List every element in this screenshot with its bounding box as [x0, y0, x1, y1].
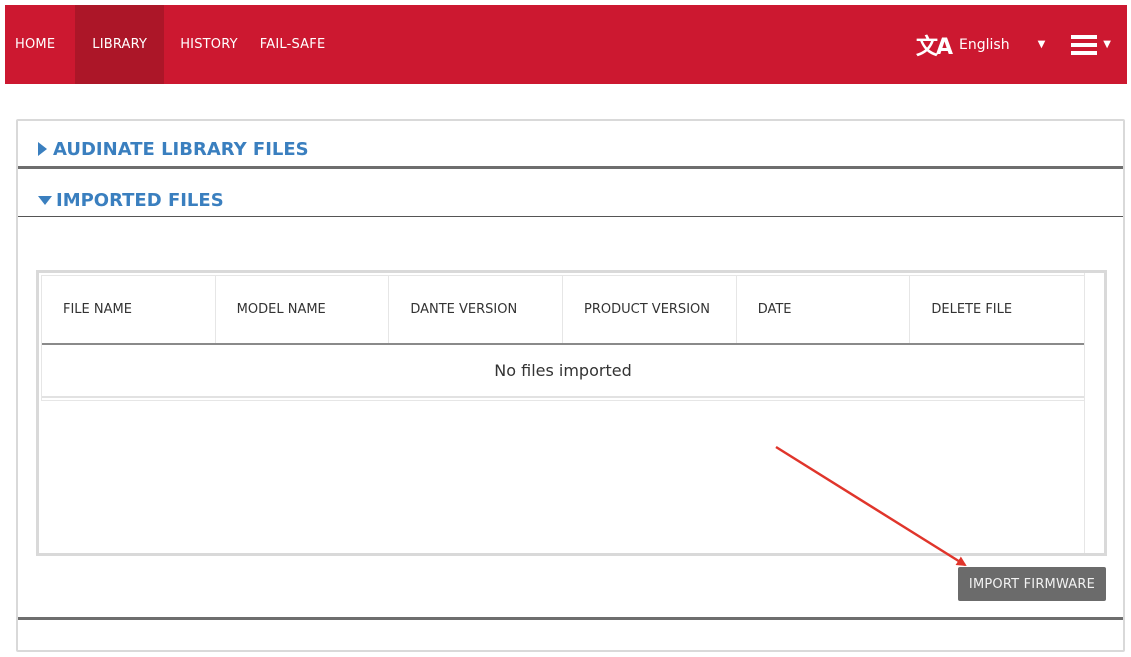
- nav-library[interactable]: LIBRARY: [75, 5, 165, 84]
- column-date[interactable]: DATE: [737, 276, 911, 343]
- audinate-library-files-header[interactable]: AUDINATE LIBRARY FILES: [18, 133, 1123, 165]
- column-file-name[interactable]: FILE NAME: [42, 276, 216, 343]
- audinate-library-files-title: AUDINATE LIBRARY FILES: [53, 138, 309, 160]
- nav-history[interactable]: HISTORY: [169, 5, 249, 84]
- imported-files-table: FILE NAME MODEL NAME DANTE VERSION PRODU…: [41, 275, 1085, 401]
- imported-files-title: IMPORTED FILES: [56, 189, 224, 211]
- table-scrollbar[interactable]: [1084, 273, 1104, 553]
- column-delete-file[interactable]: DELETE FILE: [910, 276, 1084, 343]
- table-header: FILE NAME MODEL NAME DANTE VERSION PRODU…: [42, 276, 1084, 345]
- column-model-name[interactable]: MODEL NAME: [216, 276, 390, 343]
- chevron-down-icon[interactable]: ▼: [1038, 39, 1046, 50]
- imported-files-table-container: FILE NAME MODEL NAME DANTE VERSION PRODU…: [36, 270, 1107, 556]
- hamburger-menu-icon[interactable]: [1071, 34, 1098, 55]
- expand-arrow-icon: [38, 142, 47, 156]
- section-divider: [18, 617, 1123, 620]
- translate-icon[interactable]: 文A: [916, 29, 953, 61]
- top-navbar: HOME LIBRARY HISTORY FAIL-SAFE 文A Englis…: [5, 5, 1127, 84]
- menu-caret-icon[interactable]: ▼: [1103, 39, 1111, 50]
- section-divider: [18, 216, 1123, 217]
- language-selector[interactable]: English: [959, 37, 1010, 53]
- nav-fail-safe[interactable]: FAIL-SAFE: [249, 5, 337, 84]
- import-firmware-button[interactable]: IMPORT FIRMWARE: [958, 567, 1106, 601]
- collapse-arrow-icon: [38, 195, 52, 205]
- imported-files-header[interactable]: IMPORTED FILES: [18, 184, 1123, 216]
- library-panel: AUDINATE LIBRARY FILES IMPORTED FILES FI…: [16, 119, 1125, 652]
- column-dante-version[interactable]: DANTE VERSION: [389, 276, 564, 343]
- nav-home[interactable]: HOME: [5, 5, 66, 84]
- empty-table-message: No files imported: [42, 345, 1084, 398]
- section-divider: [18, 166, 1123, 169]
- column-product-version[interactable]: PRODUCT VERSION: [563, 276, 737, 343]
